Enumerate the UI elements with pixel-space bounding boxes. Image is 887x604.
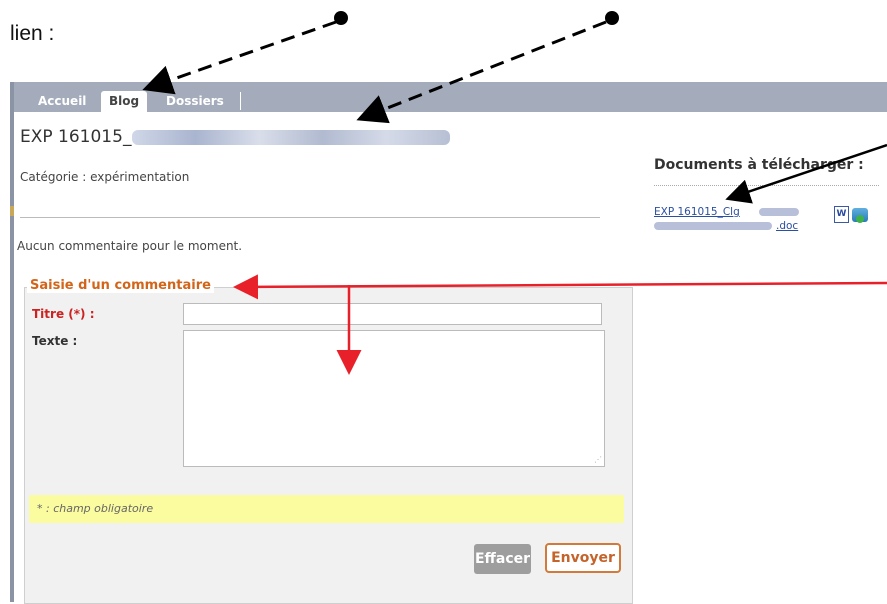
word-doc-icon[interactable]: W: [834, 206, 849, 223]
redacted-title-blur: [132, 130, 450, 145]
text-label: Texte :: [32, 334, 78, 348]
intro-text: lien :: [10, 22, 55, 45]
document-link-name: EXP 161015_Clg: [654, 206, 740, 218]
clear-button[interactable]: Effacer: [474, 544, 531, 574]
tab-dossiers[interactable]: Dossiers: [166, 91, 224, 112]
redacted-link-blur: [759, 208, 799, 216]
nav-bar: Accueil Blog Dossiers: [14, 82, 887, 112]
resize-grip-icon[interactable]: ⋰: [594, 455, 602, 464]
title-input[interactable]: [183, 303, 602, 325]
post-title: EXP 161015_: [20, 127, 132, 147]
comment-form-legend: Saisie d'un commentaire: [27, 278, 214, 293]
download-icon[interactable]: [852, 208, 868, 223]
annotation-arrow-1: [142, 20, 337, 95]
tab-accueil[interactable]: Accueil: [38, 91, 86, 112]
tab-blog[interactable]: Blog: [101, 91, 148, 112]
no-comment-text: Aucun commentaire pour le moment.: [17, 239, 243, 253]
screenshot-panel: Accueil Blog Dossiers EXP 161015_ Catégo…: [10, 82, 887, 604]
document-link-ext: .doc: [776, 220, 799, 232]
divider: [20, 217, 600, 218]
annotation-dot-2: [605, 11, 619, 25]
post-category: Catégorie : expérimentation: [20, 170, 190, 184]
documents-title: Documents à télécharger :: [654, 157, 864, 173]
required-note: * : champ obligatoire: [29, 495, 624, 523]
text-area[interactable]: ⋰: [183, 330, 605, 467]
side-marker: [10, 206, 14, 216]
send-button[interactable]: Envoyer: [545, 543, 621, 573]
tab-separator: [240, 92, 241, 110]
title-label: Titre (*) :: [32, 307, 95, 321]
redacted-link-blur-2: [654, 222, 772, 230]
annotation-dot-1: [334, 11, 348, 25]
documents-divider: [654, 185, 879, 187]
